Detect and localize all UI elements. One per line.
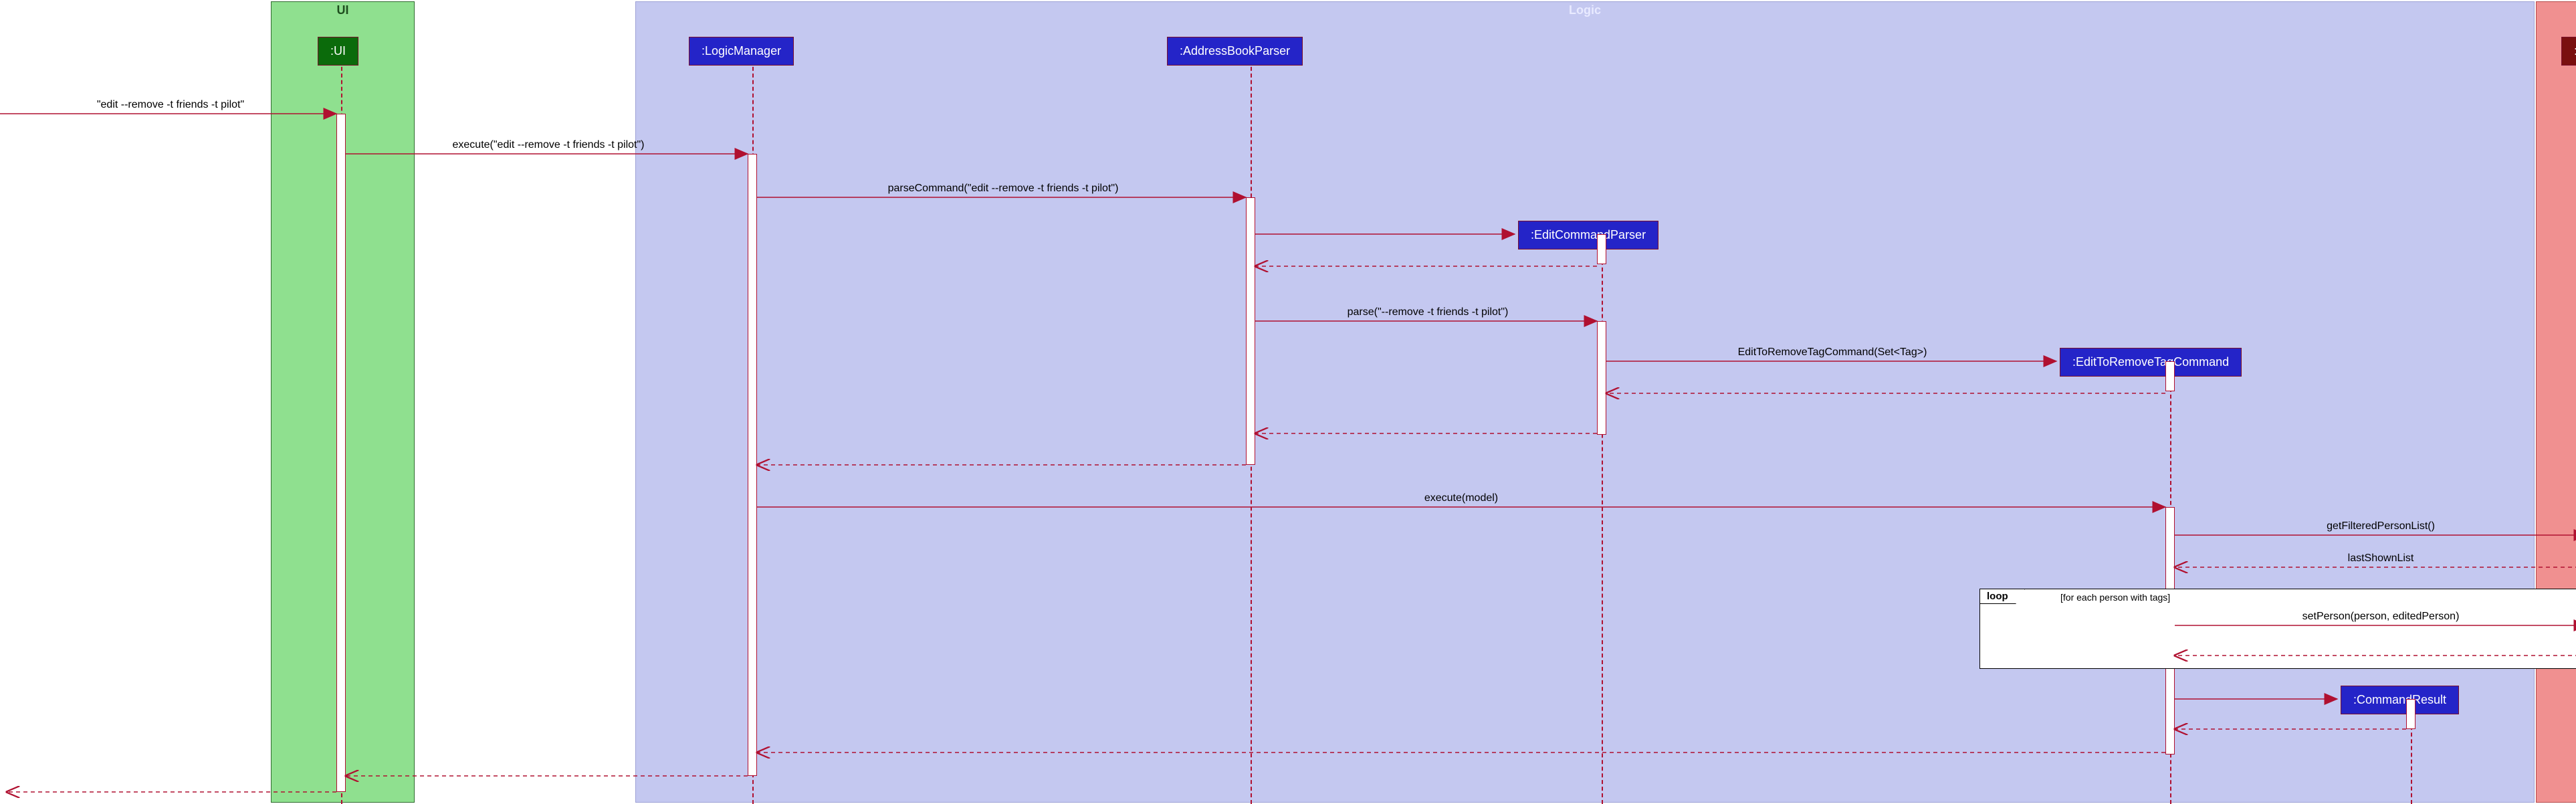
participant-lm-label: :LogicManager — [702, 44, 781, 58]
participant-cr: :CommandResult — [2341, 686, 2459, 714]
participant-ui: :UI — [318, 37, 358, 66]
msg-parsecommand: parseCommand("edit --remove -t friends -… — [888, 183, 1119, 195]
msg-in: "edit --remove -t friends -t pilot" — [97, 99, 244, 111]
msg-lastshown: lastShownList — [2348, 552, 2414, 565]
msg-getlist: getFilteredPersonList() — [2327, 520, 2435, 532]
msg-execmodel: execute(model) — [1424, 492, 1498, 504]
msg-parse: parse("--remove -t friends -t pilot") — [1348, 306, 1509, 318]
loop-frame: loop [for each person with tags] — [1979, 589, 2576, 669]
participant-lm: :LogicManager — [689, 37, 794, 66]
activation-abp — [1246, 197, 1255, 465]
activation-lm — [748, 154, 757, 776]
participant-etrc: :EditToRemoveTagCommand — [2060, 348, 2242, 377]
participant-ecp: :EditCommandParser — [1518, 221, 1658, 249]
activation-etrc-1 — [2165, 361, 2175, 391]
msg-setperson: setPerson(person, editedPerson) — [2302, 611, 2460, 623]
msg-ctor: EditToRemoveTagCommand(Set<Tag>) — [1738, 346, 1927, 359]
participant-cr-label: :CommandResult — [2353, 693, 2446, 706]
participant-abp: :AddressBookParser — [1167, 37, 1303, 66]
activation-ui — [336, 114, 346, 792]
participant-ui-label: :UI — [330, 44, 346, 58]
participant-abp-label: :AddressBookParser — [1180, 44, 1290, 58]
participant-ecp-label: :EditCommandParser — [1531, 228, 1646, 241]
participant-model: :Model — [2561, 37, 2576, 66]
region-model: Model — [2536, 1, 2576, 803]
loop-condition: [for each person with tags] — [2060, 592, 2170, 603]
loop-label: loop — [1980, 589, 2025, 604]
activation-ecp-1 — [1597, 234, 1606, 264]
activation-ecp-2 — [1597, 321, 1606, 435]
region-logic: Logic — [635, 1, 2535, 803]
activation-cr — [2406, 699, 2416, 729]
region-logic-title: Logic — [1569, 3, 1601, 17]
msg-execute: execute("edit --remove -t friends -t pil… — [452, 139, 644, 151]
participant-etrc-label: :EditToRemoveTagCommand — [2072, 355, 2229, 369]
region-ui-title: UI — [337, 3, 349, 17]
